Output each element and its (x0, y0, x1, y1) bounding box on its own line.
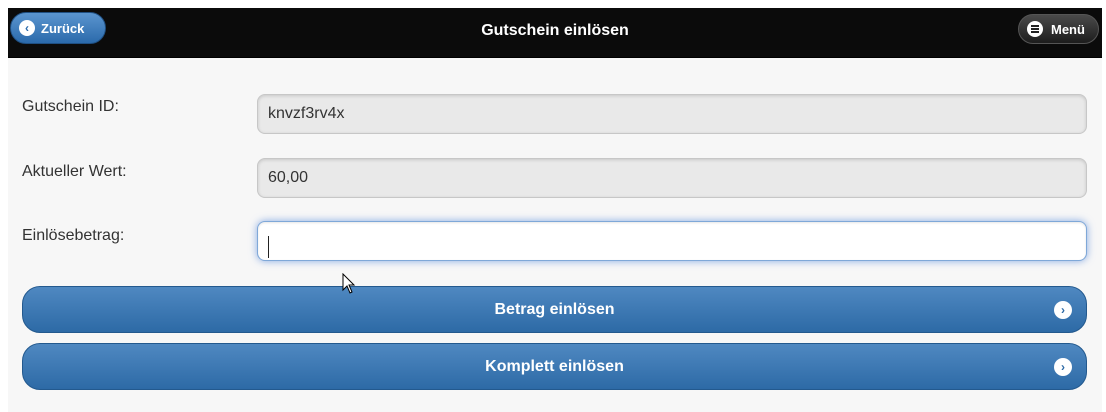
top-bar: ‹ Zurück Gutschein einlösen Menü (8, 8, 1102, 58)
hamburger-icon (1027, 21, 1043, 37)
menu-button[interactable]: Menü (1018, 14, 1099, 44)
voucher-id-label: Gutschein ID: (22, 98, 119, 115)
page-title: Gutschein einlösen (481, 22, 629, 39)
voucher-id-field[interactable] (257, 94, 1087, 134)
redeem-amount-button-label: Betrag einlösen (494, 301, 615, 318)
redeem-full-button-label: Komplett einlösen (485, 358, 624, 375)
menu-button-label: Menü (1051, 21, 1085, 37)
chevron-right-icon: › (1054, 301, 1072, 319)
redeem-amount-input[interactable] (257, 221, 1087, 261)
redeem-amount-button[interactable]: Betrag einlösen › (22, 286, 1087, 333)
text-caret (268, 236, 269, 258)
redeem-amount-label: Einlösebetrag: (22, 227, 125, 244)
app-frame: ‹ Zurück Gutschein einlösen Menü Gutsche… (8, 8, 1102, 412)
redeem-full-button[interactable]: Komplett einlösen › (22, 343, 1087, 390)
current-value-field[interactable] (257, 158, 1087, 198)
current-value-label: Aktueller Wert: (22, 163, 127, 180)
chevron-right-icon: › (1054, 358, 1072, 376)
mouse-pointer-icon (342, 273, 356, 294)
